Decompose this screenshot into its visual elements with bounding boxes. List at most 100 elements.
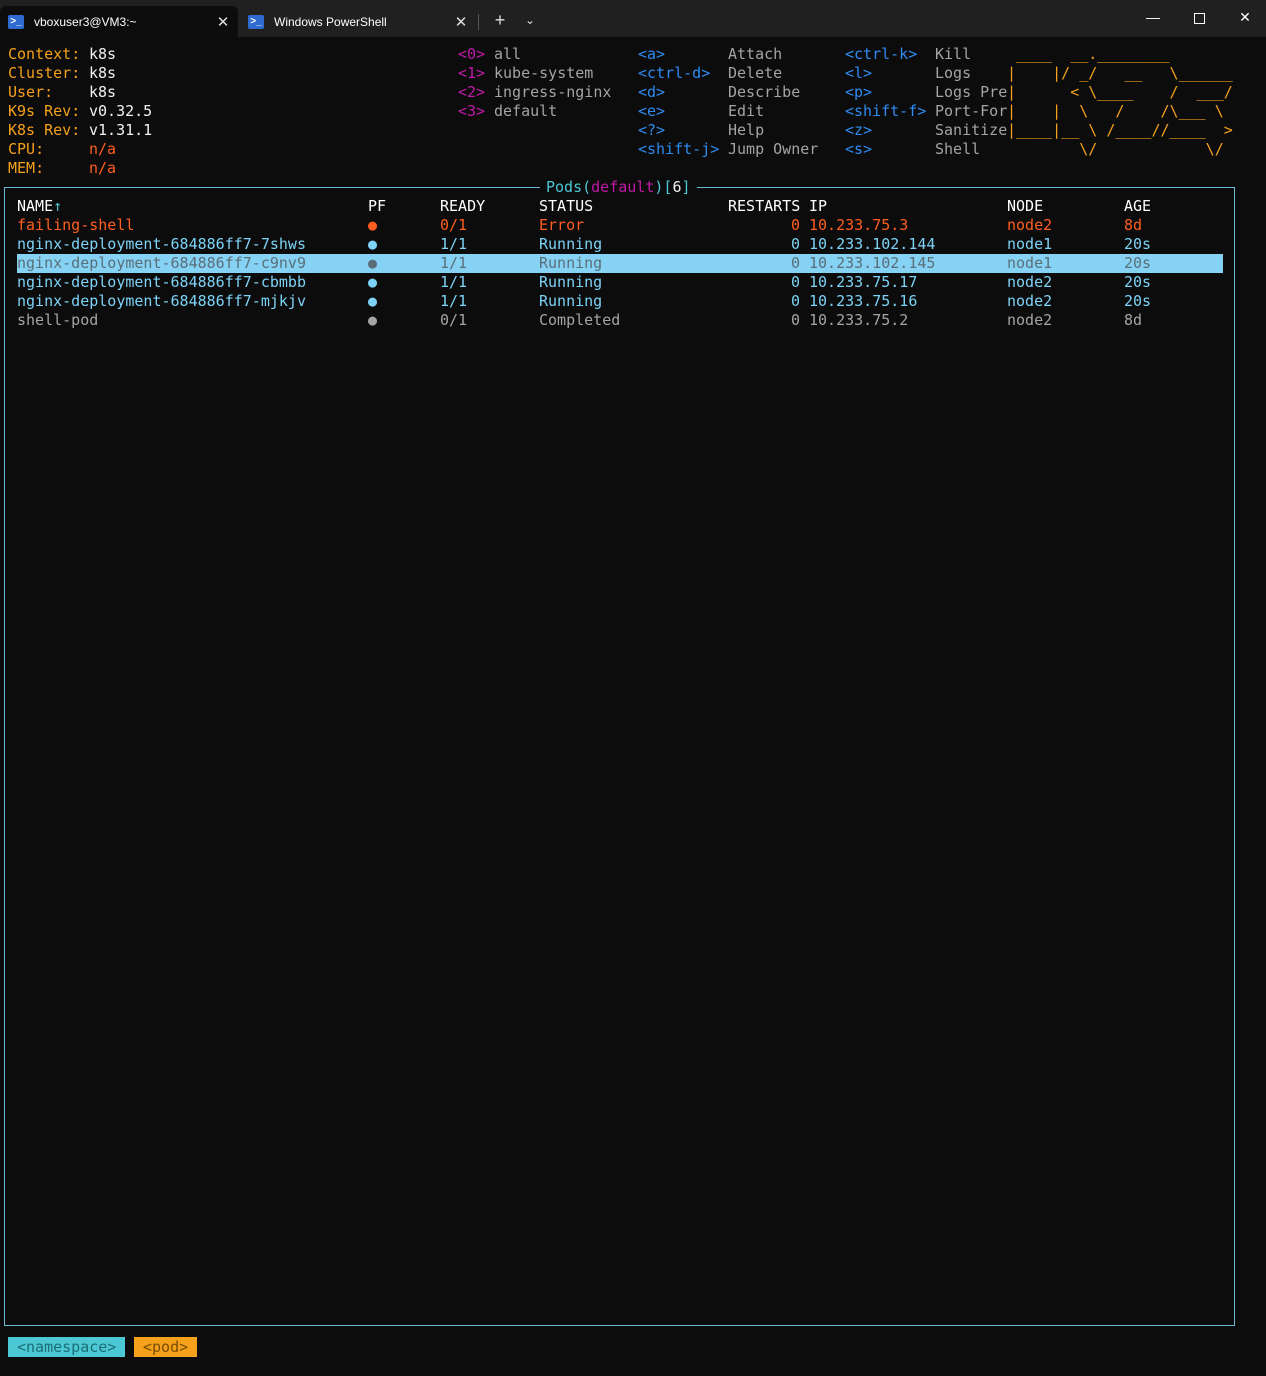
column-header-name[interactable]: NAME↑: [17, 197, 62, 216]
table-row[interactable]: nginx-deployment-684886ff7-c9nv9 ● 1/1 R…: [17, 254, 1223, 273]
table-row[interactable]: failing-shell ● 0/1 Error 0 10.233.75.3 …: [17, 216, 1223, 235]
info-row: CPU:: [8, 140, 44, 159]
pod-node: node2: [1007, 216, 1053, 234]
pod-status: Running: [539, 235, 603, 253]
info-row: MEM:: [8, 159, 44, 178]
breadcrumb-pod[interactable]: <pod>: [134, 1337, 198, 1357]
column-header-pf[interactable]: PF: [368, 197, 386, 216]
shortcut-key[interactable]: <ctrl-d>: [638, 64, 710, 83]
shortcut-key[interactable]: <shift-f>: [845, 102, 926, 121]
namespace-label[interactable]: ingress-nginx: [494, 83, 611, 102]
status-dot-icon: ●: [368, 216, 378, 234]
shortcut-key[interactable]: <shift-j>: [638, 140, 719, 159]
pod-ready: 0/1: [440, 216, 468, 234]
shortcut-label[interactable]: Port-For: [935, 102, 1007, 121]
shortcut-label[interactable]: Logs: [935, 64, 971, 83]
namespace-key[interactable]: <2>: [458, 83, 485, 102]
pod-node: node2: [1007, 273, 1053, 291]
namespace-key[interactable]: <0>: [458, 45, 485, 64]
tab-terminal[interactable]: >_ vboxuser3@VM3:~ ✕: [0, 6, 238, 37]
shortcut-key[interactable]: <z>: [845, 121, 872, 140]
maximize-button[interactable]: [1176, 0, 1222, 34]
namespace-label[interactable]: all: [494, 45, 521, 64]
shortcut-key[interactable]: <d>: [638, 83, 665, 102]
status-dot-icon: ●: [368, 254, 378, 272]
tab-dropdown-button[interactable]: ⌄: [520, 9, 540, 31]
info-row: Context:: [8, 45, 80, 64]
info-value: k8s: [89, 45, 117, 63]
info-value: n/a: [89, 140, 117, 158]
shortcut-key[interactable]: <?>: [638, 121, 665, 140]
shortcut-label[interactable]: Edit: [728, 102, 764, 121]
shortcut-label[interactable]: Shell: [935, 140, 980, 159]
shortcut-label[interactable]: Kill: [935, 45, 971, 64]
column-header-restarts[interactable]: RESTARTS: [728, 197, 800, 216]
pod-restarts: 0: [790, 292, 800, 310]
pod-restarts: 0: [790, 235, 800, 253]
tab-powershell[interactable]: >_ Windows PowerShell ✕: [240, 6, 476, 37]
minimize-button[interactable]: —: [1130, 0, 1176, 34]
info-row: K9s Rev:: [8, 102, 80, 121]
shortcut-key[interactable]: <s>: [845, 140, 872, 159]
pod-restarts: 0: [790, 273, 800, 291]
tab-separator: [478, 14, 479, 30]
pods-frame: [4, 187, 1235, 1326]
column-header-node[interactable]: NODE: [1007, 197, 1043, 216]
shortcut-label[interactable]: Attach: [728, 45, 782, 64]
new-tab-button[interactable]: +: [489, 9, 511, 31]
shortcut-label[interactable]: Delete: [728, 64, 782, 83]
pod-name: nginx-deployment-684886ff7-cbmbb: [17, 273, 306, 291]
pod-age: 20s: [1124, 254, 1152, 272]
pod-ip: 10.233.75.3: [809, 216, 909, 234]
shortcut-key[interactable]: <l>: [845, 64, 872, 83]
info-value: v1.31.1: [89, 121, 153, 139]
column-header-ip[interactable]: IP: [809, 197, 827, 216]
table-row[interactable]: nginx-deployment-684886ff7-cbmbb ● 1/1 R…: [17, 273, 1223, 292]
shortcut-key[interactable]: <a>: [638, 45, 665, 64]
pod-age: 20s: [1124, 273, 1152, 291]
pod-status: Running: [539, 254, 603, 272]
pod-ip: 10.233.75.17: [809, 273, 918, 291]
pod-ip: 10.233.102.144: [809, 235, 936, 253]
info-key: CPU:: [8, 140, 45, 158]
info-key: MEM:: [8, 159, 45, 177]
pod-age: 8d: [1124, 311, 1143, 329]
shortcut-label[interactable]: Logs Pre: [935, 83, 1007, 102]
table-row[interactable]: nginx-deployment-684886ff7-mjkjv ● 1/1 R…: [17, 292, 1223, 311]
namespace-key[interactable]: <1>: [458, 64, 485, 83]
table-header: NAME↑ PF READY STATUS RESTARTS IP NODE A…: [17, 197, 1223, 216]
close-window-button[interactable]: ✕: [1222, 0, 1266, 34]
pod-status: Error: [539, 216, 585, 234]
table-row[interactable]: nginx-deployment-684886ff7-7shws ● 1/1 R…: [17, 235, 1223, 254]
pod-status: Completed: [539, 311, 621, 329]
close-icon[interactable]: ✕: [216, 13, 230, 31]
pod-restarts: 0: [790, 216, 800, 234]
k9s-logo: ____ __.________ | |/ _/ __ \______ | < …: [1007, 45, 1233, 158]
shortcut-key[interactable]: <e>: [638, 102, 665, 121]
info-key: K8s Rev:: [8, 121, 81, 139]
breadcrumb-namespace[interactable]: <namespace>: [8, 1337, 126, 1357]
namespace-label[interactable]: kube-system: [494, 64, 593, 83]
column-header-age[interactable]: AGE: [1124, 197, 1151, 216]
shortcut-label[interactable]: Jump Owner: [728, 140, 818, 159]
shortcut-key[interactable]: <ctrl-k>: [845, 45, 917, 64]
status-dot-icon: ●: [368, 235, 378, 253]
info-value: k8s: [89, 83, 117, 101]
column-header-status[interactable]: STATUS: [539, 197, 593, 216]
shortcut-label[interactable]: Help: [728, 121, 764, 140]
shortcut-label[interactable]: Describe: [728, 83, 800, 102]
namespace-key[interactable]: <3>: [458, 102, 485, 121]
info-value: n/a: [89, 159, 117, 177]
shortcut-key[interactable]: <p>: [845, 83, 872, 102]
column-header-ready[interactable]: READY: [440, 197, 485, 216]
status-dot-icon: ●: [368, 311, 378, 329]
pod-restarts: 0: [790, 254, 800, 272]
close-icon[interactable]: ✕: [454, 13, 468, 31]
maximize-icon: [1193, 12, 1205, 24]
pod-ready: 0/1: [440, 311, 468, 329]
namespace-label[interactable]: default: [494, 102, 557, 121]
shortcut-label[interactable]: Sanitize: [935, 121, 1007, 140]
pod-ready: 1/1: [440, 254, 468, 272]
pod-name: nginx-deployment-684886ff7-7shws: [17, 235, 306, 253]
table-row[interactable]: shell-pod ● 0/1 Completed 0 10.233.75.2 …: [17, 311, 1223, 330]
